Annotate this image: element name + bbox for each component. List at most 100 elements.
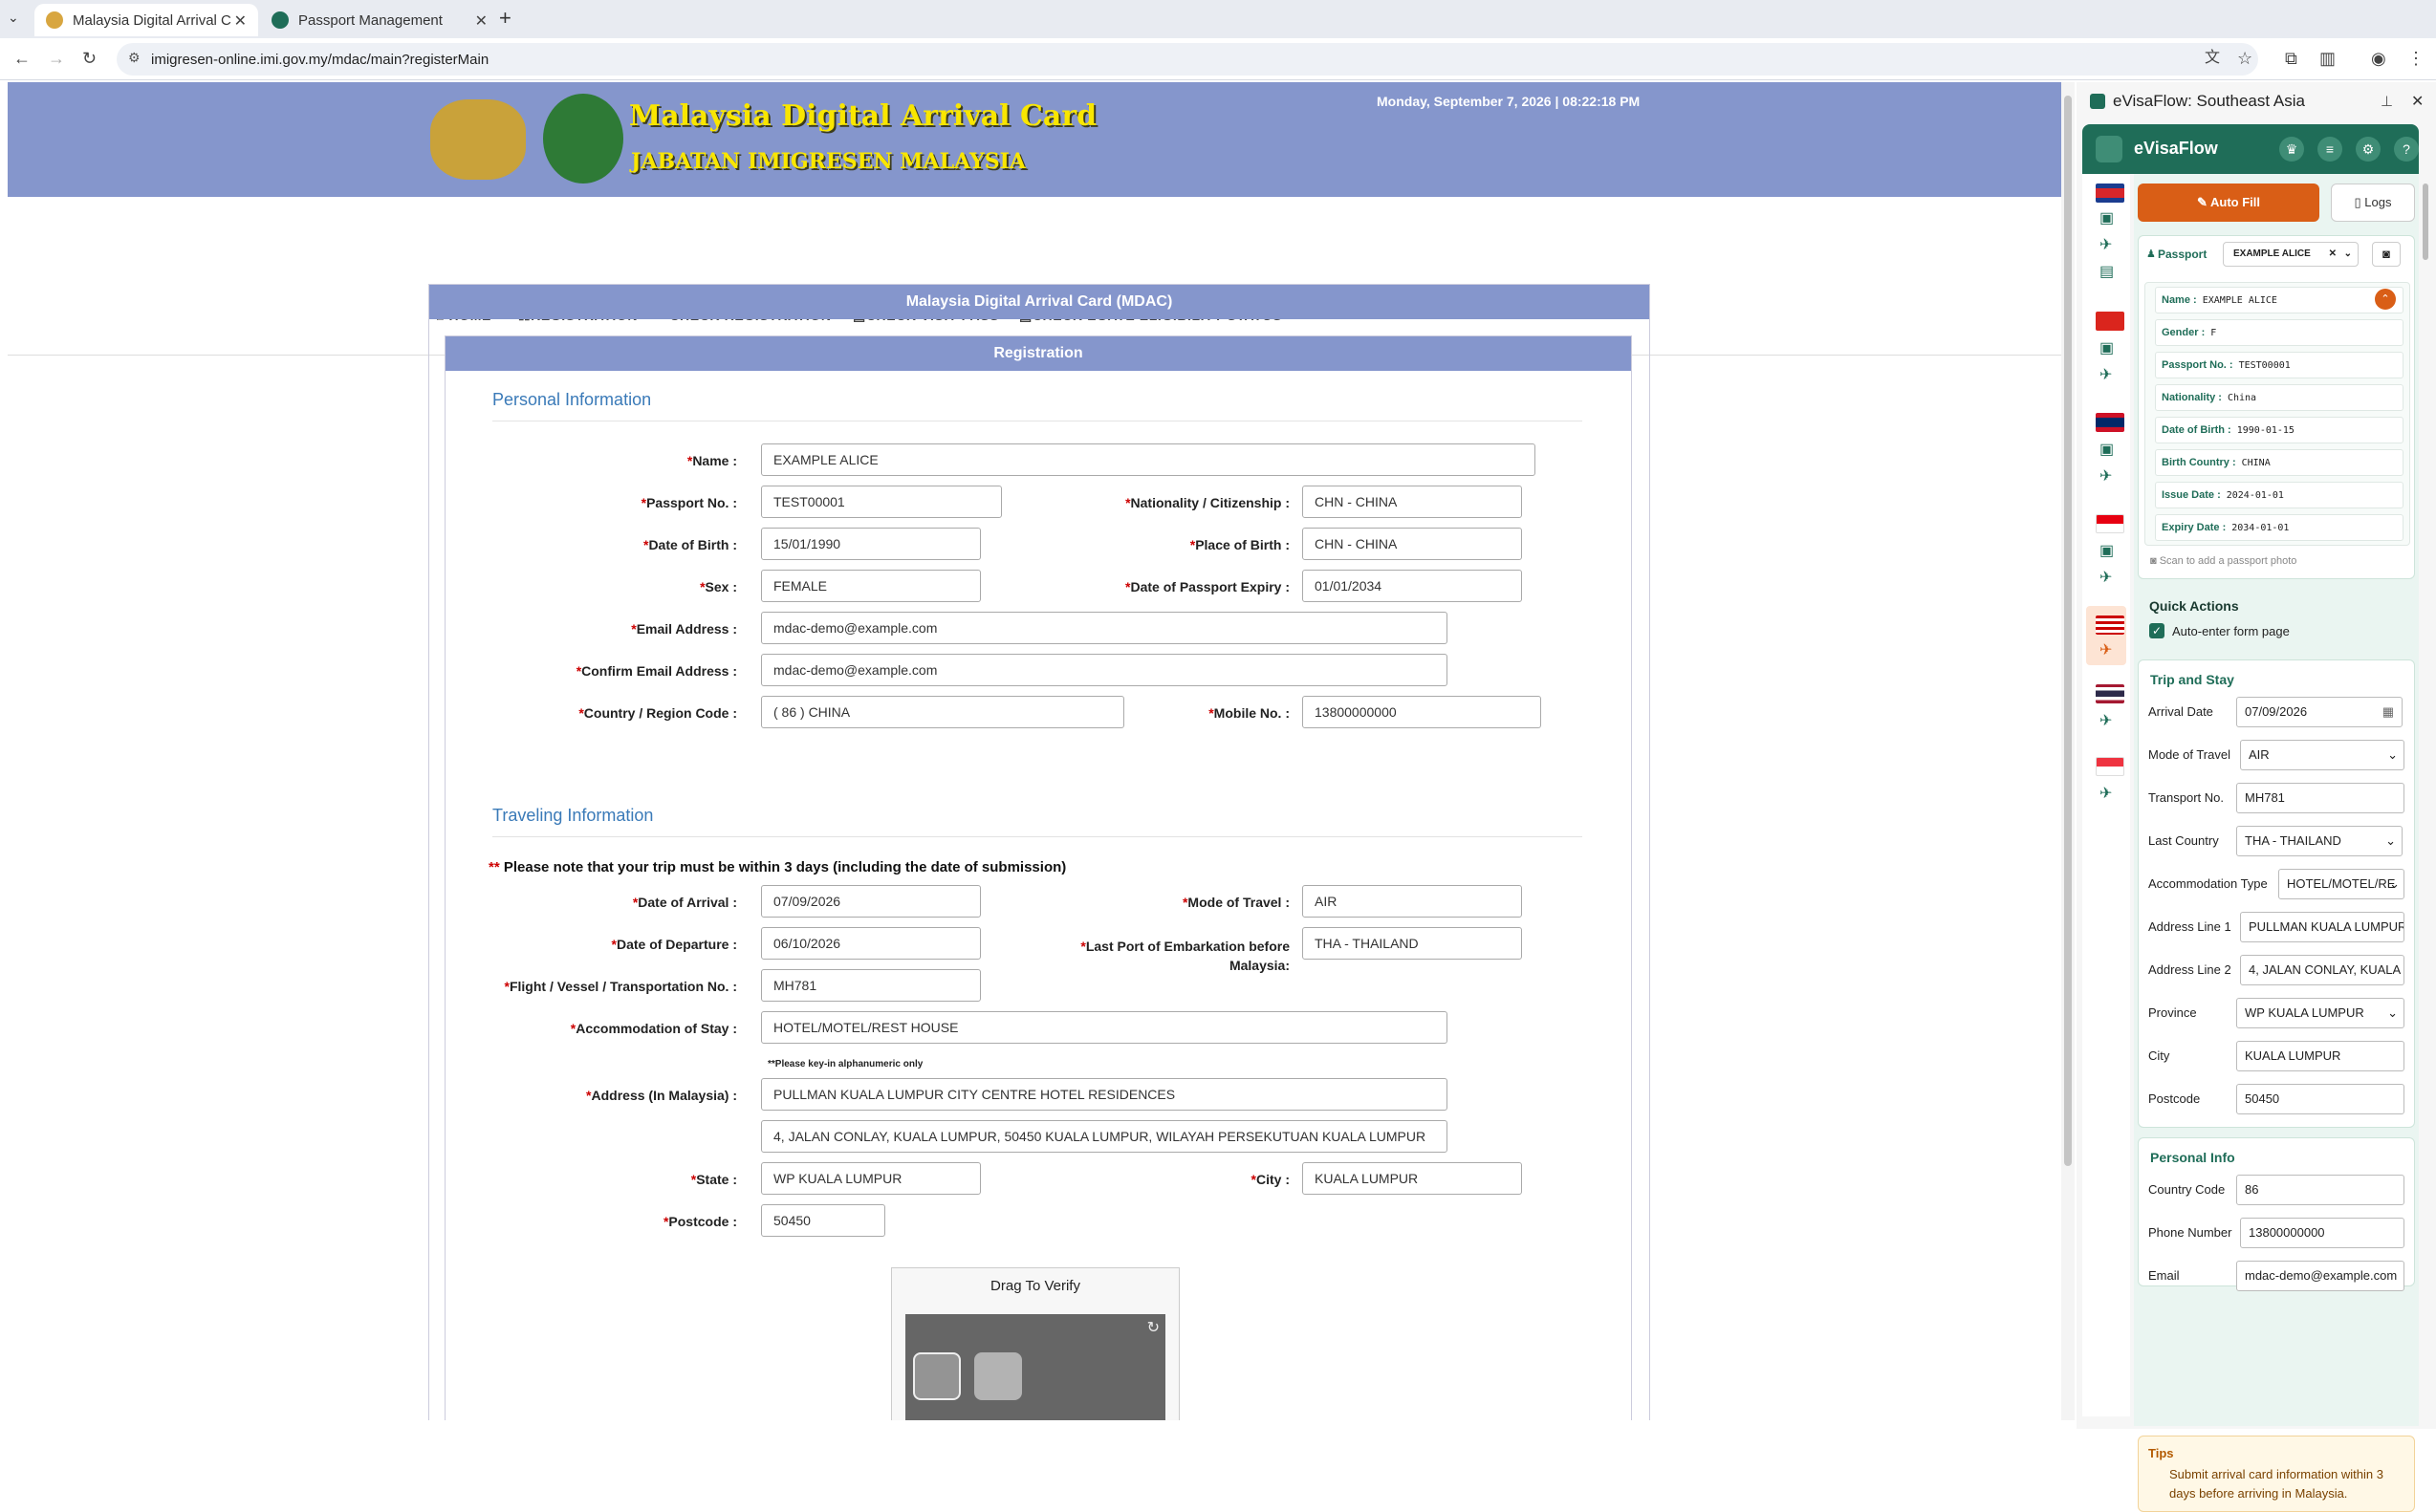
menu-icon[interactable]: ⋮: [2407, 48, 2425, 69]
tips-text-2: days before arriving in Malaysia.: [2169, 1486, 2348, 1501]
airplane-icon[interactable]: ✈: [2099, 568, 2112, 587]
country-code-label: *Country / Region Code :: [578, 705, 737, 721]
immigration-crest-logo: [543, 94, 623, 184]
chevron-down-icon[interactable]: ⌄: [2344, 243, 2352, 266]
mobile-input[interactable]: 13800000000: [1302, 696, 1541, 728]
country-code-select[interactable]: ( 86 ) CHINA: [761, 696, 1124, 728]
flight-input[interactable]: MH781: [761, 969, 981, 1002]
state-select[interactable]: WP KUALA LUMPUR: [761, 1162, 981, 1195]
crown-icon[interactable]: ♛: [2279, 137, 2304, 162]
passport-icon[interactable]: ▣: [2099, 208, 2114, 227]
logs-button[interactable]: ▯ Logs: [2331, 184, 2415, 222]
passport-field-expiry-date: Expiry Date :2034-01-01: [2155, 514, 2403, 541]
close-tab-icon[interactable]: ✕: [475, 11, 488, 31]
close-tab-icon[interactable]: ✕: [234, 11, 247, 31]
pob-input[interactable]: CHN - CHINA: [1302, 528, 1522, 560]
thailand-flag-icon[interactable]: [2096, 684, 2124, 703]
database-icon[interactable]: ≡: [2317, 137, 2342, 162]
clear-icon[interactable]: ✕: [2329, 243, 2337, 266]
new-tab-button[interactable]: +: [499, 6, 511, 31]
airplane-icon[interactable]: ✈: [2099, 466, 2112, 486]
dob-input[interactable]: 15/01/1990: [761, 528, 981, 560]
browser-tab-strip: ⌄ Malaysia Digital Arrival C ✕ Passport …: [0, 0, 2436, 38]
postcode-input[interactable]: 50450: [761, 1204, 885, 1237]
scan-hint[interactable]: ◙ Scan to add a passport photo: [2150, 555, 2296, 567]
malaysia-flag-icon[interactable]: [2096, 616, 2124, 635]
trip-heading: Trip and Stay: [2150, 672, 2234, 687]
pin-icon[interactable]: ⊥: [2381, 93, 2393, 110]
captcha-title: Drag To Verify: [990, 1278, 1080, 1294]
city-select[interactable]: KUALA LUMPUR: [1302, 1162, 1522, 1195]
collapse-icon[interactable]: ⌃: [2375, 289, 2396, 310]
section-divider: [492, 836, 1582, 837]
calendar-icon[interactable]: ▦: [2382, 698, 2394, 726]
departure-input[interactable]: 06/10/2026: [761, 927, 981, 960]
bookmark-star-icon[interactable]: ☆: [2237, 48, 2252, 69]
mode-select[interactable]: AIR: [1302, 885, 1522, 918]
help-icon[interactable]: ?: [2394, 137, 2419, 162]
translate-icon[interactable]: 文: [2205, 48, 2220, 69]
passport-selector[interactable]: EXAMPLE ALICE ✕ ⌄: [2223, 242, 2359, 267]
extensions-icon[interactable]: ⧉: [2285, 48, 2297, 69]
id-card-icon[interactable]: ▤: [2099, 262, 2114, 281]
brand-name: eVisaFlow: [2134, 139, 2218, 158]
singapore-flag-icon[interactable]: [2096, 757, 2124, 776]
trip-transport-no: Transport No. MH781: [2148, 783, 2412, 813]
scrollbar-thumb[interactable]: [2423, 184, 2428, 260]
airplane-icon[interactable]: ✈: [2099, 235, 2112, 254]
departure-label: *Date of Departure :: [611, 937, 737, 952]
url-text: imigresen-online.imi.gov.my/mdac/main?re…: [151, 51, 489, 68]
personal-email: Email mdac-demo@example.com: [2148, 1261, 2412, 1291]
profile-icon[interactable]: ◉: [2371, 48, 2386, 69]
dob-label: *Date of Birth :: [642, 537, 737, 552]
tab-title: Passport Management: [298, 11, 443, 29]
scrollbar-thumb[interactable]: [2064, 96, 2072, 1166]
arrival-input[interactable]: 07/09/2026: [761, 885, 981, 918]
airplane-icon[interactable]: ✈: [2099, 784, 2112, 803]
tab-passport-management[interactable]: Passport Management ✕: [260, 4, 499, 36]
address-line1-input[interactable]: PULLMAN KUALA LUMPUR CITY CENTRE HOTEL R…: [761, 1078, 1447, 1111]
sex-select[interactable]: FEMALE: [761, 570, 981, 602]
passport-field-number: Passport No. : TEST00001: [2155, 352, 2403, 378]
address-line2-input[interactable]: 4, JALAN CONLAY, KUALA LUMPUR, 50450 KUA…: [761, 1120, 1447, 1153]
gear-icon[interactable]: ⚙: [2356, 137, 2381, 162]
airplane-icon[interactable]: ✈: [2099, 365, 2112, 384]
passport-input[interactable]: TEST00001: [761, 486, 1002, 518]
puzzle-piece-icon[interactable]: [913, 1352, 961, 1400]
close-panel-icon[interactable]: ✕: [2411, 92, 2424, 111]
page-scrollbar[interactable]: [2061, 82, 2075, 1420]
passport-icon[interactable]: ▣: [2099, 541, 2114, 560]
address-bar[interactable]: ⚙ imigresen-online.imi.gov.my/mdac/main?…: [117, 43, 2258, 76]
extension-scrollbar[interactable]: [2421, 174, 2430, 1416]
passport-icon[interactable]: ▣: [2099, 440, 2114, 459]
reload-icon[interactable]: ↻: [82, 48, 97, 69]
camera-button[interactable]: ◙: [2372, 242, 2401, 267]
vietnam-flag-icon[interactable]: [2096, 312, 2124, 331]
site-info-icon[interactable]: ⚙: [128, 50, 141, 66]
passport-field-issue-date: Issue Date :2024-01-01: [2155, 482, 2403, 508]
alphanumeric-note: **Please key-in alphanumeric only: [768, 1059, 924, 1069]
indonesia-flag-icon[interactable]: [2096, 514, 2124, 533]
cambodia-flag-icon[interactable]: [2096, 184, 2124, 203]
name-input[interactable]: EXAMPLE ALICE: [761, 443, 1535, 476]
email-input[interactable]: mdac-demo@example.com: [761, 612, 1447, 644]
auto-enter-checkbox[interactable]: ✓: [2149, 623, 2164, 638]
side-panel-icon[interactable]: ▥: [2319, 48, 2336, 69]
tab-list-chevron-icon[interactable]: ⌄: [8, 10, 19, 26]
forward-icon[interactable]: →: [48, 48, 65, 69]
passport-icon[interactable]: ▣: [2099, 338, 2114, 357]
expiry-input[interactable]: 01/01/2034: [1302, 570, 1522, 602]
nationality-input[interactable]: CHN - CHINA: [1302, 486, 1522, 518]
airplane-icon[interactable]: ✈: [2099, 640, 2112, 659]
refresh-icon[interactable]: ↻: [1147, 1318, 1160, 1337]
accommodation-select[interactable]: HOTEL/MOTEL/REST HOUSE: [761, 1011, 1447, 1044]
laos-flag-icon[interactable]: [2096, 413, 2124, 432]
back-icon[interactable]: ←: [13, 48, 31, 69]
airplane-icon[interactable]: ✈: [2099, 711, 2112, 730]
captcha-puzzle-image[interactable]: ↻: [905, 1314, 1165, 1420]
confirm-email-input[interactable]: mdac-demo@example.com: [761, 654, 1447, 686]
last-port-select[interactable]: THA - THAILAND: [1302, 927, 1522, 960]
tab-mdac[interactable]: Malaysia Digital Arrival C ✕: [34, 4, 258, 36]
drag-captcha[interactable]: Drag To Verify ↻: [891, 1267, 1180, 1420]
auto-fill-button[interactable]: ✎ Auto Fill: [2138, 184, 2319, 222]
